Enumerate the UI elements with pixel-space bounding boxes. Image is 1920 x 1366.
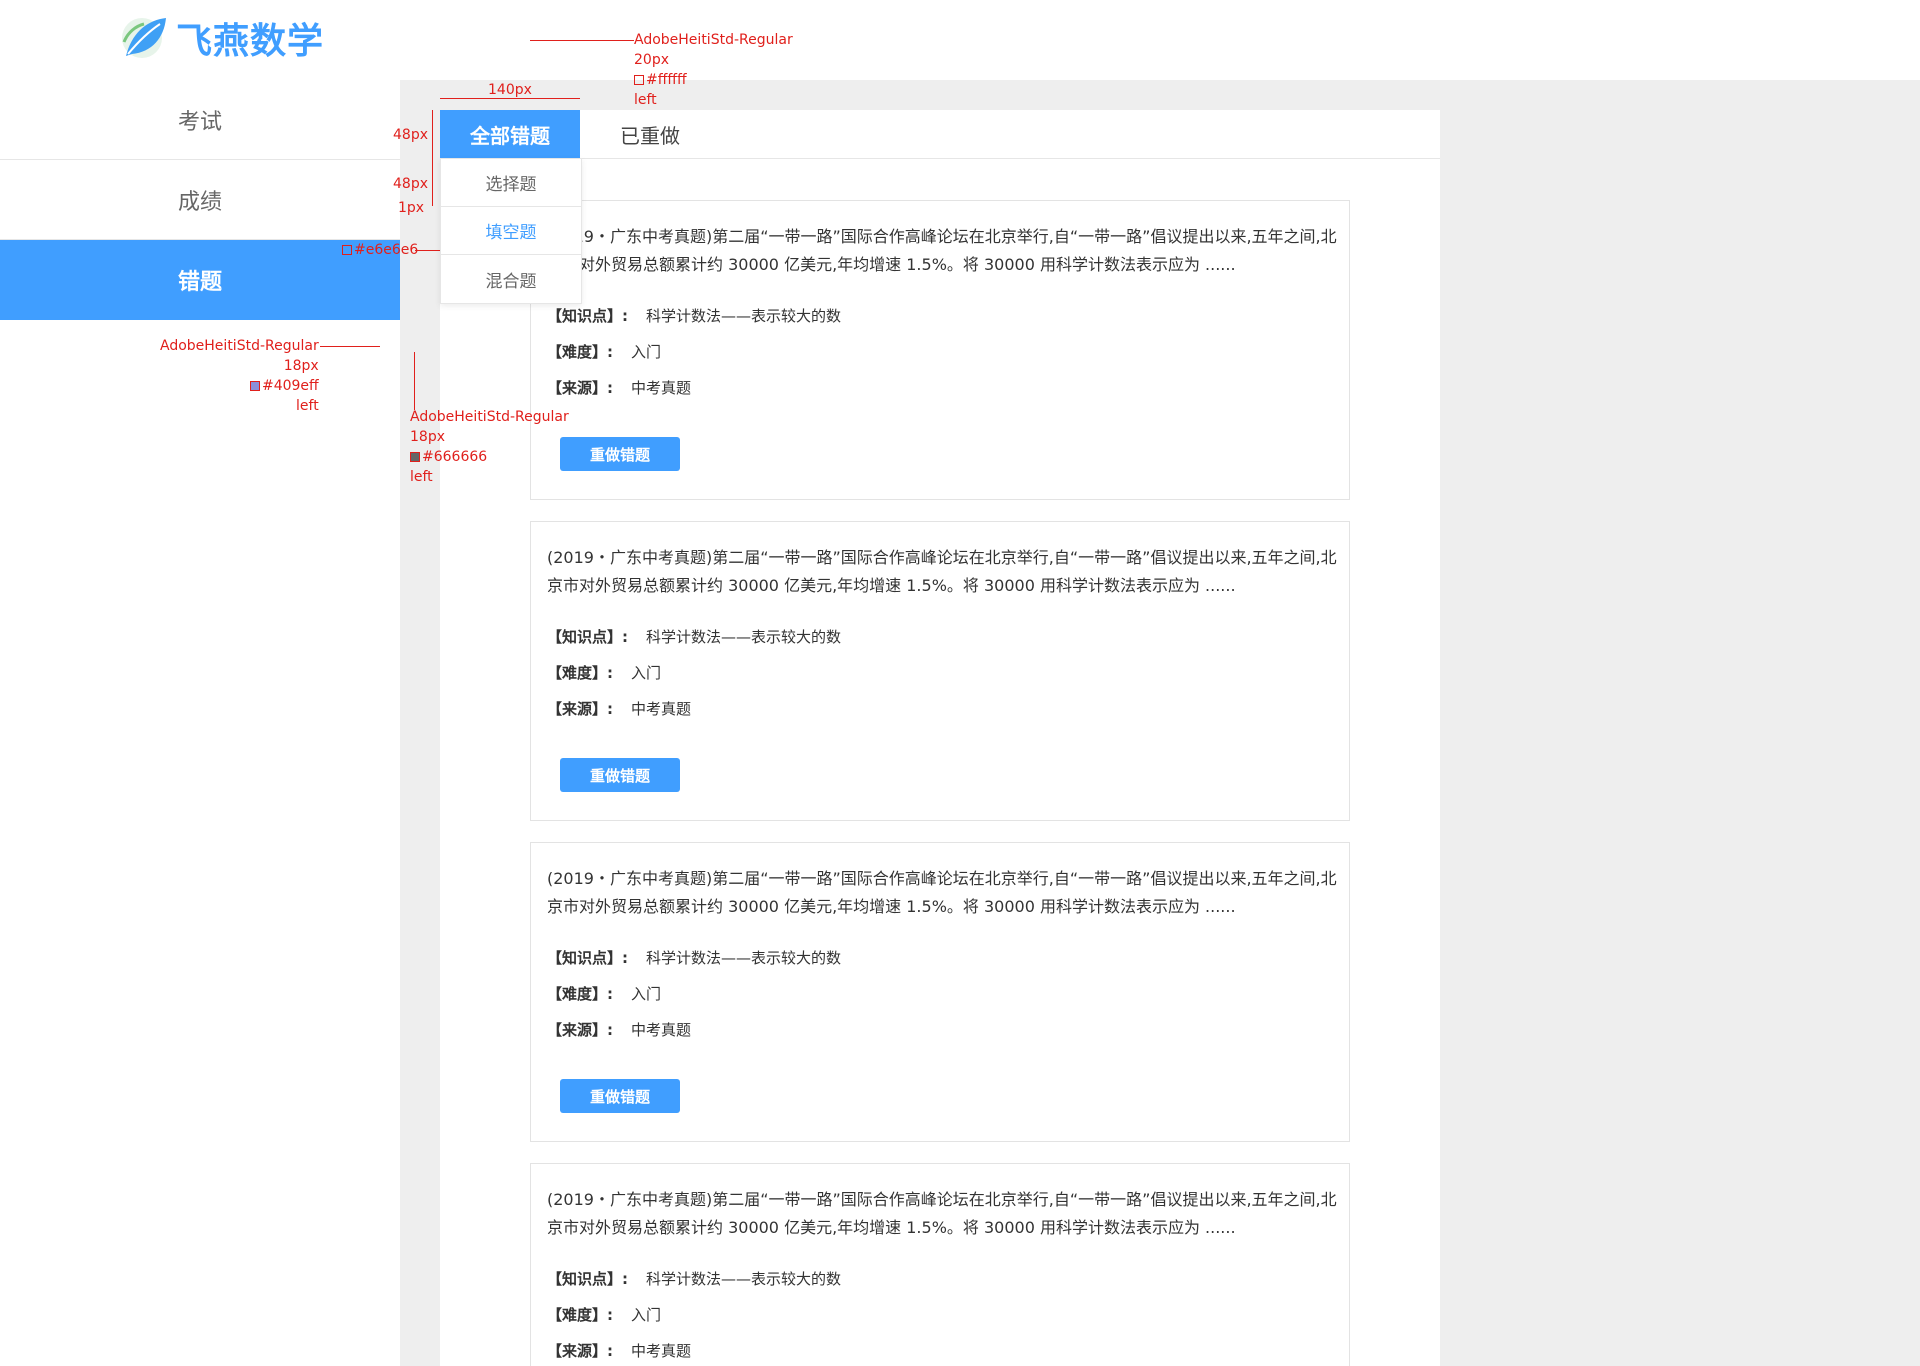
knowledge-label: 【知识点】: — [547, 628, 628, 646]
annotation-dimension-line — [432, 110, 433, 206]
divider-swatch-icon — [342, 245, 352, 255]
question-card: (2019・广东中考真题)第二届“一带一路”国际合作高峰论坛在北京举行,自“一带… — [530, 1163, 1350, 1366]
annotation-size: 20px — [634, 52, 669, 68]
annotation-height-1: 1px — [398, 200, 425, 216]
dropdown-item-label: 选择题 — [485, 175, 537, 195]
sidebar-item-wrong-questions[interactable]: 错题 — [0, 240, 400, 320]
dropdown-item-label: 混合题 — [485, 271, 537, 292]
source-label: 【来源】: — [547, 1021, 613, 1039]
annotation-leader — [320, 346, 380, 347]
leaf-logo-icon — [118, 12, 170, 64]
annotation-dropdown-spec: AdobeHeitiStd-Regular 18px #666666 left — [410, 407, 569, 487]
source-value: 中考真题 — [631, 1021, 692, 1039]
tab-redone[interactable]: 已重做 — [580, 110, 720, 158]
brand-name: 飞燕数学 — [176, 21, 325, 62]
question-text: (2019・广东中考真题)第二届“一带一路”国际合作高峰论坛在北京举行,自“一带… — [547, 548, 1337, 595]
annotation-font: AdobeHeitiStd-Regular — [410, 409, 569, 425]
annotation-size: 18px — [283, 358, 319, 374]
difficulty-value: 入门 — [631, 985, 662, 1003]
dropdown-item-label: 填空题 — [485, 223, 537, 243]
redo-button[interactable]: 重做错题 — [560, 758, 680, 792]
annotation-align: left — [296, 398, 319, 414]
knowledge-label: 【知识点】: — [547, 307, 628, 325]
tab-label: 已重做 — [620, 123, 680, 148]
difficulty-row: 【难度】: 入门 — [547, 1304, 661, 1325]
source-value: 中考真题 — [631, 1342, 692, 1360]
difficulty-value: 入门 — [631, 664, 662, 682]
annotation-color: #666666 — [422, 449, 488, 465]
annotation-sidebar-spec: AdobeHeitiStd-Regular 18px #409eff left — [160, 336, 319, 416]
tab-all-wrong[interactable]: 全部错题 — [440, 110, 580, 158]
sidebar-item-label: 考试 — [177, 109, 222, 135]
logo[interactable]: 飞燕数学 — [118, 12, 324, 64]
difficulty-value: 入门 — [631, 1306, 662, 1324]
dropdown-item-mixed[interactable]: 混合题 — [441, 255, 581, 303]
question-card: (2019・广东中考真题)第二届“一带一路”国际合作高峰论坛在北京举行,自“一带… — [530, 842, 1350, 1142]
blue-swatch-icon — [249, 381, 260, 391]
sidebar-item-scores[interactable]: 成绩 — [0, 160, 400, 240]
header: 飞燕数学 — [0, 0, 1920, 80]
gray-swatch-icon — [410, 452, 420, 462]
knowledge-value: 科学计数法——表示较大的数 — [646, 949, 842, 967]
difficulty-row: 【难度】: 入门 — [547, 662, 661, 683]
difficulty-label: 【难度】: — [547, 985, 613, 1003]
question-text: (2019・广东中考真题)第二届“一带一路”国际合作高峰论坛在北京举行,自“一带… — [547, 869, 1337, 916]
question-card: (2019・广东中考真题)第二届“一带一路”国际合作高峰论坛在北京举行,自“一带… — [530, 200, 1350, 500]
annotation-size: 18px — [410, 429, 445, 445]
annotation-font: AdobeHeitiStd-Regular — [160, 338, 319, 354]
source-row: 【来源】: 中考真题 — [547, 1340, 691, 1361]
sidebar: 考试 成绩 错题 — [0, 80, 400, 1366]
source-label: 【来源】: — [547, 379, 613, 397]
white-swatch-icon — [634, 75, 644, 85]
source-row: 【来源】: 中考真题 — [547, 698, 691, 719]
difficulty-row: 【难度】: 入门 — [547, 341, 661, 362]
annotation-align: left — [410, 469, 433, 485]
knowledge-row: 【知识点】: 科学计数法——表示较大的数 — [547, 947, 841, 968]
knowledge-row: 【知识点】: 科学计数法——表示较大的数 — [547, 626, 841, 647]
knowledge-row: 【知识点】: 科学计数法——表示较大的数 — [547, 305, 841, 326]
knowledge-value: 科学计数法——表示较大的数 — [646, 1270, 842, 1288]
sidebar-item-label: 成绩 — [177, 189, 222, 215]
question-text: (2019・广东中考真题)第二届“一带一路”国际合作高峰论坛在北京举行,自“一带… — [547, 1190, 1337, 1237]
tab-bar: 全部错题 已重做 — [440, 110, 1440, 159]
question-text: (2019・广东中考真题)第二届“一带一路”国际合作高峰论坛在北京举行,自“一带… — [547, 227, 1337, 274]
difficulty-row: 【难度】: 入门 — [547, 983, 661, 1004]
annotation-font: AdobeHeitiStd-Regular — [634, 32, 793, 48]
difficulty-label: 【难度】: — [547, 664, 613, 682]
question-card: (2019・广东中考真题)第二届“一带一路”国际合作高峰论坛在北京举行,自“一带… — [530, 521, 1350, 821]
sidebar-item-exam[interactable]: 考试 — [0, 80, 400, 160]
source-label: 【来源】: — [547, 700, 613, 718]
sidebar-item-label: 错题 — [177, 270, 222, 295]
source-row: 【来源】: 中考真题 — [547, 1019, 691, 1040]
redo-button[interactable]: 重做错题 — [560, 437, 680, 471]
source-label: 【来源】: — [547, 1342, 613, 1360]
difficulty-label: 【难度】: — [547, 1306, 613, 1324]
knowledge-value: 科学计数法——表示较大的数 — [646, 628, 842, 646]
knowledge-row: 【知识点】: 科学计数法——表示较大的数 — [547, 1268, 841, 1289]
source-value: 中考真题 — [631, 379, 692, 397]
annotation-leader — [414, 352, 415, 410]
knowledge-label: 【知识点】: — [547, 1270, 628, 1288]
difficulty-value: 入门 — [631, 343, 662, 361]
question-type-dropdown: 选择题 填空题 混合题 — [440, 158, 582, 304]
source-value: 中考真题 — [631, 700, 692, 718]
annotation-height-48: 48px — [393, 127, 428, 143]
difficulty-label: 【难度】: — [547, 343, 613, 361]
knowledge-value: 科学计数法——表示较大的数 — [646, 307, 842, 325]
dropdown-item-choice[interactable]: 选择题 — [441, 159, 581, 207]
annotation-width-140: 140px — [488, 82, 532, 98]
source-row: 【来源】: 中考真题 — [547, 377, 691, 398]
annotation-dimension-line — [440, 98, 580, 99]
annotation-align: left — [634, 92, 657, 108]
knowledge-label: 【知识点】: — [547, 949, 628, 967]
annotation-color: #409eff — [261, 378, 319, 394]
annotation-tab-spec: AdobeHeitiStd-Regular 20px #ffffff left — [634, 30, 793, 110]
redo-button[interactable]: 重做错题 — [560, 1079, 680, 1113]
annotation-height-48: 48px — [393, 176, 428, 192]
annotation-leader — [530, 40, 634, 41]
tab-label: 全部错题 — [470, 123, 550, 148]
annotation-color: #ffffff — [646, 72, 687, 88]
annotation-divider-color: #e6e6e6 — [342, 240, 418, 260]
dropdown-item-fill-blank[interactable]: 填空题 — [441, 207, 581, 255]
